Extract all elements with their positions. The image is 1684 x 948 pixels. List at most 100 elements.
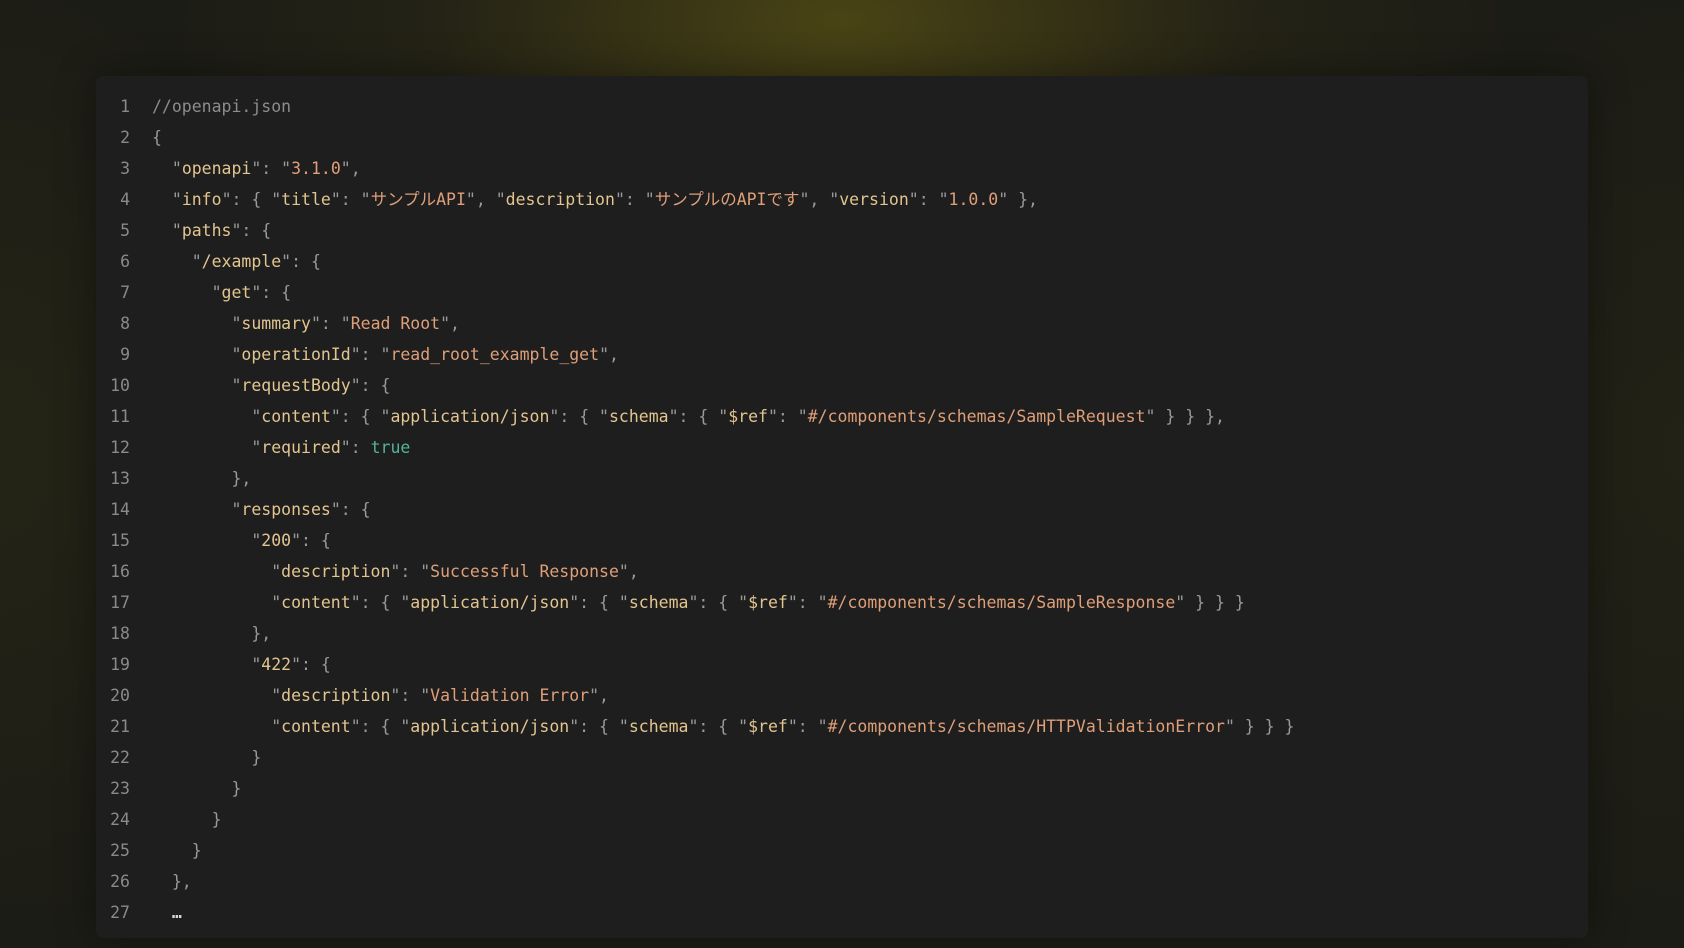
line-text[interactable]: "content": { "application/json": { "sche… — [130, 711, 1294, 742]
punctuation-token: ": { " — [569, 717, 629, 736]
line-number: 7 — [120, 283, 130, 302]
code-line[interactable]: 26 }, — [96, 866, 1588, 897]
code-line[interactable]: 4 "info": { "title": "サンプルAPI", "descrip… — [96, 184, 1588, 215]
punctuation-token: " — [152, 345, 242, 364]
line-number: 3 — [120, 159, 130, 178]
line-text[interactable]: "required": true — [130, 432, 410, 463]
line-text[interactable]: }, — [130, 618, 271, 649]
key-token: info — [181, 190, 222, 209]
line-number: 5 — [120, 221, 130, 240]
code-line[interactable]: 20 "description": "Validation Error", — [96, 680, 1588, 711]
line-text[interactable]: "summary": "Read Root", — [130, 308, 460, 339]
key-token: requestBody — [241, 376, 351, 395]
line-text[interactable]: … — [130, 897, 182, 928]
line-number: 22 — [110, 748, 130, 767]
punctuation-token: ": " — [614, 190, 655, 209]
key-token: summary — [241, 314, 311, 333]
line-text[interactable]: } — [130, 742, 261, 773]
punctuation-token: ": { — [350, 376, 391, 395]
line-text[interactable]: "/example": { — [130, 246, 321, 277]
code-line[interactable]: 9 "operationId": "read_root_example_get"… — [96, 339, 1588, 370]
punctuation-token: " } } } — [1175, 593, 1245, 612]
line-number: 25 — [110, 841, 130, 860]
line-text[interactable]: "openapi": "3.1.0", — [130, 153, 361, 184]
key-token: content — [261, 407, 331, 426]
line-text[interactable]: "description": "Validation Error", — [130, 680, 609, 711]
punctuation-token: " — [152, 159, 182, 178]
code-line[interactable]: 19 "422": { — [96, 649, 1588, 680]
code-line[interactable]: 14 "responses": { — [96, 494, 1588, 525]
key-token: required — [261, 438, 341, 457]
code-line[interactable]: 27 … — [96, 897, 1588, 928]
line-text[interactable]: { — [130, 122, 162, 153]
punctuation-token: " — [152, 407, 262, 426]
punctuation-token: ": " — [330, 190, 371, 209]
punctuation-token — [152, 903, 172, 922]
code-line[interactable]: 3 "openapi": "3.1.0", — [96, 153, 1588, 184]
key-token: description — [281, 562, 391, 581]
code-line[interactable]: 7 "get": { — [96, 277, 1588, 308]
punctuation-token: ", — [618, 562, 639, 581]
line-text[interactable]: "description": "Successful Response", — [130, 556, 639, 587]
code-line[interactable]: 5 "paths": { — [96, 215, 1588, 246]
line-text[interactable]: "info": { "title": "サンプルAPI", "descripti… — [130, 184, 1038, 215]
key-token: /example — [201, 252, 282, 271]
punctuation-token: ": " — [787, 717, 828, 736]
string-token: 3.1.0 — [291, 159, 341, 178]
string-token: Validation Error — [430, 686, 590, 705]
code-line[interactable]: 21 "content": { "application/json": { "s… — [96, 711, 1588, 742]
code-line[interactable]: 6 "/example": { — [96, 246, 1588, 277]
line-text[interactable]: "content": { "application/json": { "sche… — [130, 587, 1245, 618]
punctuation-token: ": { — [251, 283, 292, 302]
line-number: 13 — [110, 469, 130, 488]
key-token: description — [281, 686, 391, 705]
line-text[interactable]: }, — [130, 463, 251, 494]
key-token: application/json — [390, 407, 550, 426]
line-number: 20 — [110, 686, 130, 705]
code-line[interactable]: 16 "description": "Successful Response", — [96, 556, 1588, 587]
line-text[interactable]: } — [130, 835, 202, 866]
code-line[interactable]: 8 "summary": "Read Root", — [96, 308, 1588, 339]
punctuation-token: " — [152, 314, 242, 333]
punctuation-token: ", — [440, 314, 460, 333]
line-text[interactable]: "content": { "application/json": { "sche… — [130, 401, 1225, 432]
code-line[interactable]: 17 "content": { "application/json": { "s… — [96, 587, 1588, 618]
code-line[interactable]: 13 }, — [96, 463, 1588, 494]
key-token: content — [281, 593, 351, 612]
line-number: 16 — [110, 562, 130, 581]
code-line[interactable]: 15 "200": { — [96, 525, 1588, 556]
line-number: 27 — [110, 903, 130, 922]
line-text[interactable]: "422": { — [130, 649, 331, 680]
code-line[interactable]: 25 } — [96, 835, 1588, 866]
code-line[interactable]: 24 } — [96, 804, 1588, 835]
punctuation-token: " — [152, 376, 242, 395]
punctuation-token: " — [281, 159, 292, 178]
line-text[interactable]: "get": { — [130, 277, 292, 308]
punctuation-token: ": { " — [350, 593, 411, 612]
punctuation-token: ": " — [390, 686, 431, 705]
line-text[interactable]: } — [130, 804, 222, 835]
line-text[interactable]: "paths": { — [130, 215, 271, 246]
code-line[interactable]: 22 } — [96, 742, 1588, 773]
code-line[interactable]: 1 //openapi.json — [96, 91, 1588, 122]
code-line[interactable]: 23 } — [96, 773, 1588, 804]
code-line[interactable]: 18 }, — [96, 618, 1588, 649]
code-body[interactable]: 1//openapi.json 2{3 "openapi": "3.1.0", 4 … — [96, 91, 1588, 928]
line-text[interactable]: //openapi.json — [130, 91, 291, 122]
code-line[interactable]: 10 "requestBody": { — [96, 370, 1588, 401]
line-text[interactable]: "operationId": "read_root_example_get", — [130, 339, 618, 370]
punctuation-token: ": { — [231, 221, 272, 240]
line-text[interactable]: "requestBody": { — [130, 370, 390, 401]
line-text[interactable]: "200": { — [130, 525, 331, 556]
line-text[interactable]: } — [130, 773, 241, 804]
line-number: 11 — [110, 407, 130, 426]
punctuation-token: ": { " — [549, 407, 609, 426]
punctuation-token: } — [152, 810, 222, 829]
punctuation-token: " — [152, 190, 182, 209]
code-line[interactable]: 12 "required": true — [96, 432, 1588, 463]
line-text[interactable]: }, — [130, 866, 192, 897]
line-text[interactable]: "responses": { — [130, 494, 370, 525]
code-line[interactable]: 2{ — [96, 122, 1588, 153]
code-line[interactable]: 11 "content": { "application/json": { "s… — [96, 401, 1588, 432]
code-editor-panel[interactable]: 1//openapi.json 2{3 "openapi": "3.1.0", 4 … — [96, 76, 1588, 938]
